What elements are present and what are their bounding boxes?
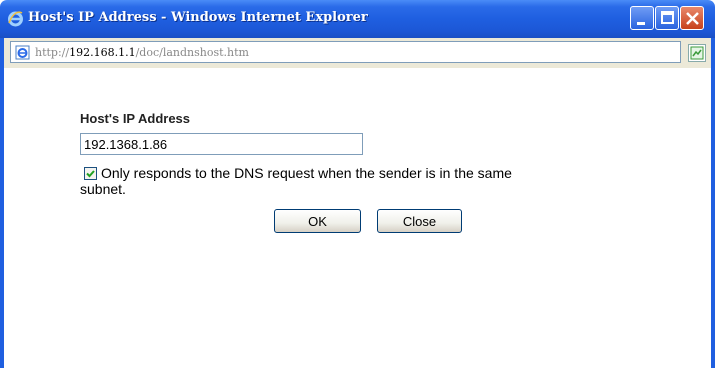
- address-bar: http://192.168.1.1/doc/landnshost.htm: [0, 38, 715, 68]
- checkmark-icon: [86, 170, 95, 178]
- minimize-button[interactable]: [630, 6, 654, 30]
- maximize-icon: [661, 11, 674, 24]
- url-host: 192.168.1.1: [69, 46, 136, 59]
- page-content: Host's IP Address Only responds to the D…: [0, 68, 715, 368]
- compatibility-view-button[interactable]: [688, 44, 706, 62]
- host-ip-input[interactable]: [80, 133, 363, 155]
- ok-button[interactable]: OK: [274, 209, 361, 233]
- same-subnet-label-line2: subnet.: [80, 181, 126, 197]
- same-subnet-label-line1: Only responds to the DNS request when th…: [101, 165, 512, 181]
- url-path: /doc/landnshost.htm: [135, 46, 249, 59]
- close-button[interactable]: Close: [377, 209, 462, 233]
- address-field[interactable]: http://192.168.1.1/doc/landnshost.htm: [10, 41, 681, 63]
- ie-logo-icon: [8, 11, 23, 27]
- address-url: http://192.168.1.1/doc/landnshost.htm: [35, 46, 249, 59]
- compatibility-view-icon: [690, 46, 704, 60]
- same-subnet-checkbox[interactable]: [84, 167, 97, 180]
- minimize-icon: [637, 22, 645, 25]
- ie-page-icon: [15, 45, 30, 60]
- title-bar[interactable]: Host's IP Address - Windows Internet Exp…: [0, 0, 715, 38]
- maximize-button[interactable]: [655, 6, 679, 30]
- close-window-button[interactable]: [680, 6, 704, 30]
- close-icon: [686, 12, 699, 25]
- ie-window: Host's IP Address - Windows Internet Exp…: [0, 0, 715, 368]
- window-title: Host's IP Address - Windows Internet Exp…: [28, 10, 368, 25]
- url-prefix: http://: [35, 46, 70, 59]
- host-ip-label: Host's IP Address: [80, 111, 191, 126]
